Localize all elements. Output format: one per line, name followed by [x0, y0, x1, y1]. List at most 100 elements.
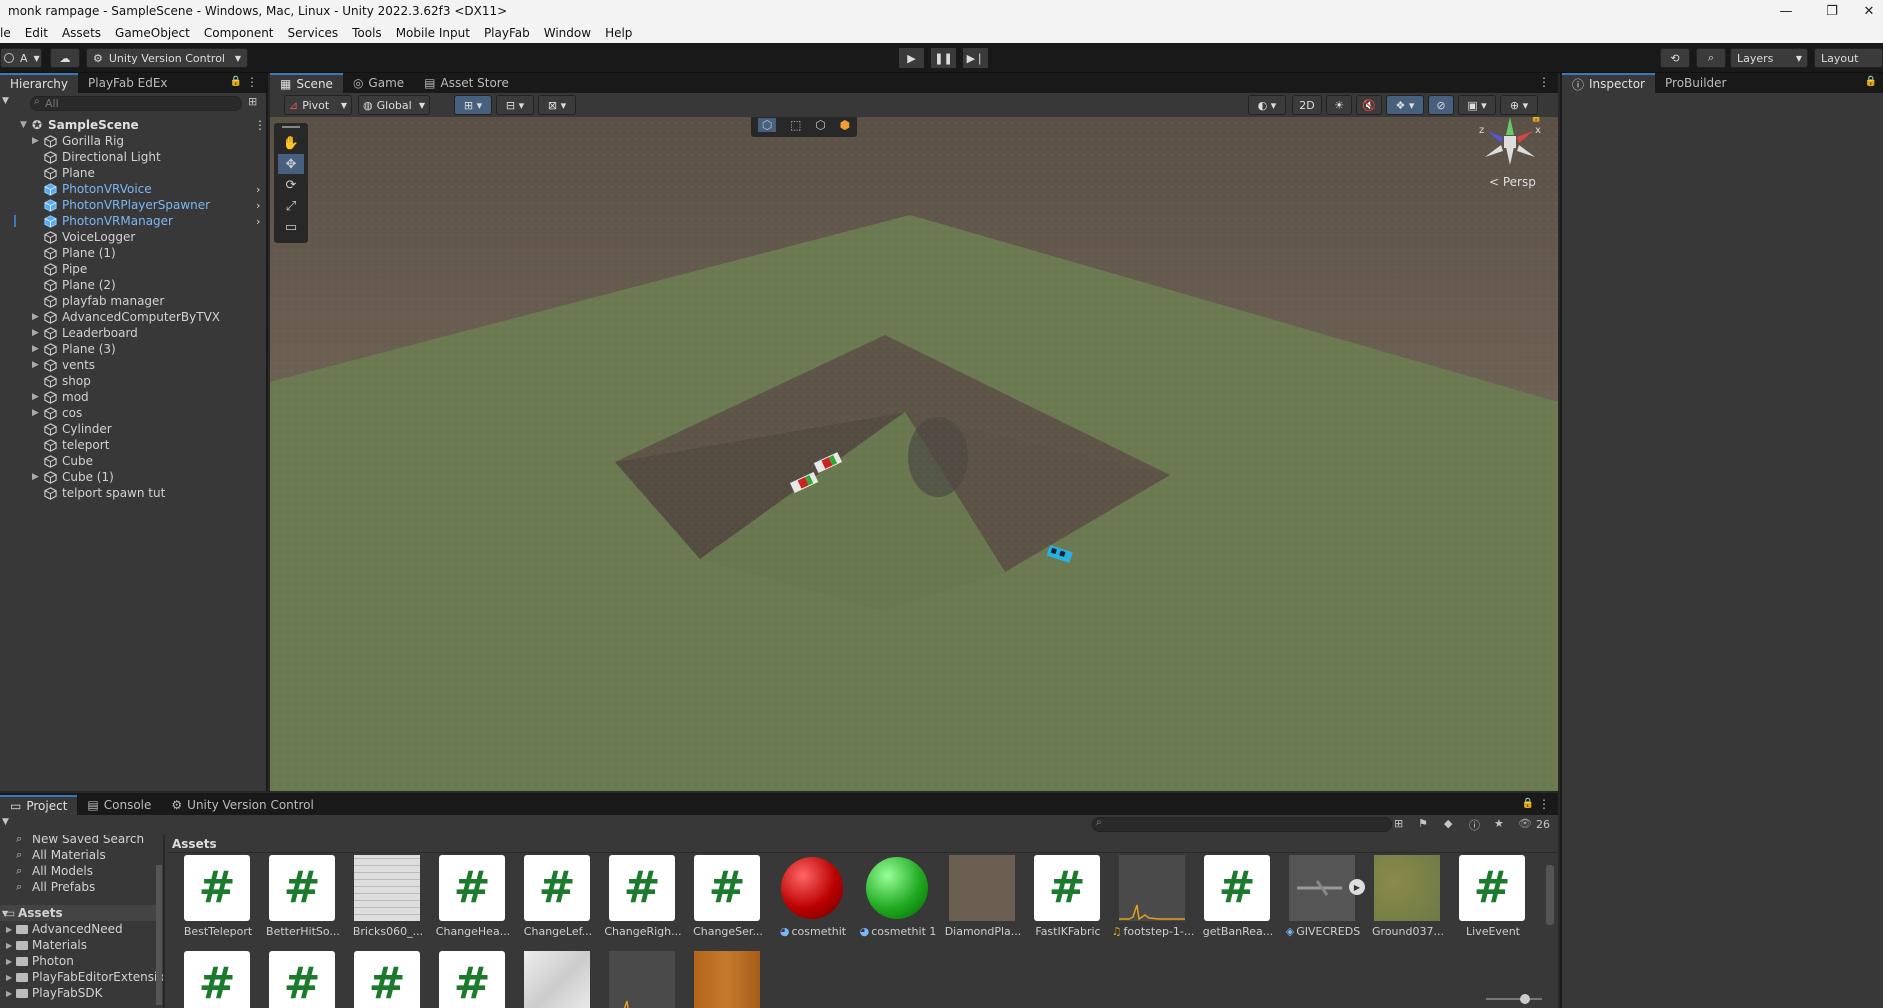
info-icon[interactable]: ⓘ — [1469, 817, 1480, 833]
close-button[interactable]: ✕ — [1855, 0, 1883, 23]
breadcrumb-assets[interactable]: Assets — [172, 837, 217, 851]
hierarchy-item[interactable]: PhotonVRManager › — [0, 213, 266, 229]
hierarchy-item[interactable]: playfab manager — [0, 293, 266, 309]
asset-item[interactable]: # — [430, 951, 506, 1008]
move-tool-button[interactable]: ✥ — [278, 154, 304, 174]
tab-inspector[interactable]: ⓘ Inspector — [1562, 73, 1655, 93]
favorite-item[interactable]: ⌕ All Models — [0, 863, 160, 879]
favorite-item[interactable]: ⌕ New Saved Search — [0, 835, 160, 847]
tab-project[interactable]: ▭ Project — [0, 795, 78, 815]
tag-icon[interactable]: ◆ — [1444, 817, 1452, 830]
asset-grid-scrollbar[interactable] — [1546, 865, 1554, 925]
hierarchy-item[interactable]: ▶ cos — [0, 405, 266, 421]
asset-item[interactable]: # — [175, 951, 251, 1008]
filter-label-icon[interactable]: ⚑ — [1418, 817, 1428, 830]
tree-item-folder[interactable]: ▶ PlayFabSDK — [0, 985, 160, 1001]
hierarchy-item[interactable]: ▶ Leaderboard — [0, 325, 266, 341]
hidden-packages-icon[interactable]: 👁 — [1518, 817, 1532, 830]
asset-item[interactable]: ◕ cosmethit — [770, 855, 846, 945]
slider-handle[interactable] — [1520, 994, 1530, 1004]
hierarchy-item[interactable]: ▶ mod — [0, 389, 266, 405]
search-by-type-icon[interactable]: ⊞ — [1394, 817, 1403, 830]
more-options-icon[interactable]: ⋮ — [1538, 75, 1550, 89]
tab-game[interactable]: ◎ Game — [343, 73, 414, 93]
rect-tool-button[interactable]: ▭ — [278, 217, 304, 237]
asset-item[interactable]: # BetterHitSo... — [260, 855, 340, 945]
hierarchy-item[interactable]: Directional Light — [0, 149, 266, 165]
asset-item[interactable]: # — [345, 951, 421, 1008]
hierarchy-scene-row[interactable]: ▼ ✪ SampleScene ⋮ — [0, 117, 266, 133]
hierarchy-item[interactable]: ▶ Plane (3) — [0, 341, 266, 357]
more-options-icon[interactable]: ⋮ — [1538, 797, 1550, 811]
gizmos-dropdown[interactable]: ⊕ ▾ — [1500, 95, 1538, 115]
tab-asset-store[interactable]: ▤ Asset Store — [414, 73, 519, 93]
lighting-toggle[interactable]: ☀ — [1326, 95, 1352, 115]
menu-assets[interactable]: Assets — [55, 26, 108, 40]
menu-mobile-input[interactable]: Mobile Input — [389, 26, 477, 40]
hierarchy-item[interactable]: teleport — [0, 437, 266, 453]
hierarchy-item[interactable]: PhotonVRVoice › — [0, 181, 266, 197]
asset-item[interactable]: DiamondPla... — [940, 855, 1021, 945]
persp-label[interactable]: < Persp — [1489, 175, 1536, 189]
hierarchy-item[interactable]: Plane (2) — [0, 277, 266, 293]
edge-mode-icon[interactable]: ⬡ — [815, 118, 825, 132]
menu-component[interactable]: Component — [197, 26, 281, 40]
hierarchy-item[interactable]: ▶ vents — [0, 357, 266, 373]
tree-item-folder[interactable]: ▶ AdvancedNeed — [0, 921, 160, 937]
audio-toggle[interactable]: 🔇 — [1356, 95, 1382, 115]
tab-console[interactable]: ▤ Console — [77, 795, 161, 815]
account-dropdown[interactable]: A ▼ — [0, 48, 42, 68]
menu-window[interactable]: Window — [537, 26, 598, 40]
increment-snap-button[interactable]: ⊠ ▾ — [538, 95, 576, 115]
search-button[interactable]: ⌕ — [1696, 48, 1726, 68]
layout-dropdown[interactable]: Layout — [1814, 48, 1883, 68]
step-button[interactable]: ▶❘ — [963, 48, 988, 68]
menu-help[interactable]: Help — [598, 26, 639, 40]
asset-item[interactable]: # LiveEvent — [1450, 855, 1526, 945]
asset-item[interactable]: # ChangeSer... — [685, 855, 763, 945]
lock-icon[interactable]: 🔒 — [230, 76, 242, 87]
menu-tools[interactable]: Tools — [345, 26, 389, 40]
hierarchy-item[interactable]: Cube — [0, 453, 266, 469]
hierarchy-item[interactable]: Plane — [0, 165, 266, 181]
asset-item[interactable]: ♫ footstep-1-... — [1110, 855, 1194, 945]
menu-playfab[interactable]: PlayFab — [477, 26, 537, 40]
hand-tool-button[interactable]: ✋ — [278, 133, 304, 153]
asset-item[interactable] — [515, 951, 591, 1008]
grid-snapping-button[interactable]: ⊟ ▾ — [496, 95, 534, 115]
asset-item[interactable]: # ChangeLef... — [515, 855, 592, 945]
asset-item[interactable]: # BestTeleport — [175, 855, 252, 945]
thumbnail-size-slider[interactable] — [1486, 994, 1542, 1004]
create-dropdown-icon[interactable]: ▼ — [2, 96, 9, 106]
asset-item[interactable] — [600, 951, 676, 1008]
tree-item-folder[interactable]: ▶ Materials — [0, 937, 160, 953]
hierarchy-item[interactable]: shop — [0, 373, 266, 389]
hierarchy-item[interactable]: PhotonVRPlayerSpawner › — [0, 197, 266, 213]
hierarchy-item[interactable]: Plane (1) — [0, 245, 266, 261]
chevron-right-icon[interactable]: › — [256, 215, 260, 228]
menu-gameobject[interactable]: GameObject — [108, 26, 197, 40]
orientation-gizmo[interactable]: y x z < Persp — [1475, 117, 1545, 199]
cloud-button[interactable]: ☁ — [50, 48, 80, 68]
asset-item[interactable]: # FastIKFabric — [1025, 855, 1101, 945]
asset-item[interactable]: # getBanRea... — [1195, 855, 1273, 945]
star-icon[interactable]: ★ — [1494, 817, 1504, 830]
lock-icon[interactable]: 🔒 — [1865, 76, 1877, 87]
tab-version-control[interactable]: ⚙ Unity Version Control — [161, 795, 323, 815]
object-mode-icon[interactable]: ⬡ — [757, 118, 777, 132]
chevron-right-icon[interactable]: › — [256, 199, 260, 212]
asset-item[interactable] — [685, 951, 761, 1008]
undo-history-button[interactable]: ⟲ — [1660, 48, 1690, 68]
palette-grip[interactable] — [282, 126, 300, 128]
face-mode-icon[interactable]: ⬢ — [840, 118, 850, 132]
tab-hierarchy[interactable]: Hierarchy — [0, 73, 79, 93]
search-by-type-icon[interactable]: ⊞ — [248, 95, 257, 108]
chevron-right-icon[interactable]: › — [256, 183, 260, 196]
project-search-input[interactable] — [1092, 817, 1392, 832]
lock-icon[interactable]: 🔒 — [1522, 798, 1534, 809]
asset-item[interactable]: Bricks060_... — [345, 855, 423, 945]
tree-scrollbar[interactable] — [156, 865, 162, 1005]
hierarchy-item[interactable]: ▶ AdvancedComputerByTVX — [0, 309, 266, 325]
lock-icon[interactable]: 🔒 — [1531, 117, 1542, 123]
favorite-item[interactable]: ⌕ All Materials — [0, 847, 160, 863]
